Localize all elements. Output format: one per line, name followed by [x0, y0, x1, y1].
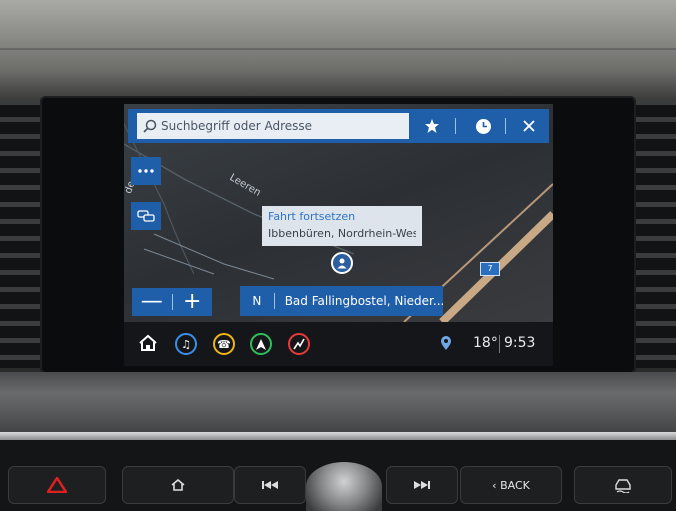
destination-bar[interactable]: N Bad Fallingbostel, Nieder...: [240, 286, 443, 316]
star-icon: [425, 119, 439, 133]
person-icon: [337, 258, 347, 269]
home-icon: [139, 334, 157, 351]
hazard-icon: [47, 477, 67, 493]
destination-name: Bad Fallingbostel, Nieder...: [284, 294, 443, 308]
resume-trip-popup[interactable]: Fahrt fortsetzen Ibbenbüren, Nordrhein-W…: [262, 206, 422, 246]
close-icon: [523, 120, 535, 132]
popup-title: Fahrt fortsetzen: [268, 210, 356, 223]
car-skid-icon: [615, 479, 631, 493]
current-position-marker[interactable]: [331, 252, 353, 274]
search-bar-container: Suchbegriff oder Adresse: [128, 109, 549, 143]
navigation-button[interactable]: [250, 333, 272, 355]
zoom-out-button[interactable]: —: [132, 288, 172, 316]
previous-track-button[interactable]: [234, 466, 306, 504]
bottom-app-bar: ♫ ☎ 18° 9:53: [124, 322, 553, 366]
skip-back-icon: [262, 481, 278, 489]
next-track-button[interactable]: [386, 466, 458, 504]
chrome-strip: [0, 432, 676, 440]
clock-icon: [475, 118, 491, 134]
more-dots-icon: [138, 169, 154, 173]
toolbar-divider: [455, 118, 456, 134]
status-divider: [499, 335, 500, 353]
phone-button[interactable]: ☎: [213, 333, 235, 355]
traffic-button[interactable]: [131, 202, 161, 230]
recent-destinations-button[interactable]: [468, 112, 498, 140]
hazard-button[interactable]: [8, 466, 106, 504]
more-options-button[interactable]: [131, 157, 161, 185]
phone-icon: ☎: [217, 337, 231, 351]
infotainment-screen: Leeren de 7 Suchbegriff oder Adresse Fah…: [124, 104, 553, 366]
traffic-cars-icon: [137, 210, 155, 222]
volume-knob[interactable]: [306, 462, 382, 511]
close-button[interactable]: [514, 112, 544, 140]
dashboard-stitching: [0, 48, 676, 50]
location-indicator: [440, 335, 452, 355]
search-input[interactable]: Suchbegriff oder Adresse: [137, 113, 409, 139]
dashboard-top: [0, 0, 676, 100]
back-label: ‹: [492, 478, 501, 492]
music-icon: ♫: [181, 337, 191, 351]
back-text: BACK: [500, 478, 530, 492]
music-button[interactable]: ♫: [175, 333, 197, 355]
home-button[interactable]: [138, 334, 158, 356]
navigation-icon: [256, 338, 266, 350]
zoom-in-button[interactable]: +: [173, 288, 213, 316]
search-icon: [143, 119, 157, 133]
console-home-button[interactable]: [122, 466, 234, 504]
favorites-button[interactable]: [417, 112, 447, 140]
zoom-control: — +: [132, 288, 212, 316]
search-placeholder: Suchbegriff oder Adresse: [161, 119, 313, 133]
clock: 9:53: [504, 335, 536, 351]
compass-direction: N: [252, 294, 262, 308]
apps-button[interactable]: [288, 333, 310, 355]
skip-forward-icon: [414, 481, 430, 489]
location-pin-icon: [441, 336, 451, 350]
popup-address: Ibbenbüren, Nordrhein-Wes...: [268, 227, 416, 240]
route-icon: [293, 338, 305, 350]
temperature: 18°: [473, 335, 498, 351]
home-icon: [171, 479, 185, 491]
back-button[interactable]: ‹ BACK: [460, 466, 562, 504]
drive-mode-button[interactable]: [574, 466, 672, 504]
toolbar-divider: [505, 118, 506, 134]
route-number-badge: 7: [480, 262, 500, 276]
